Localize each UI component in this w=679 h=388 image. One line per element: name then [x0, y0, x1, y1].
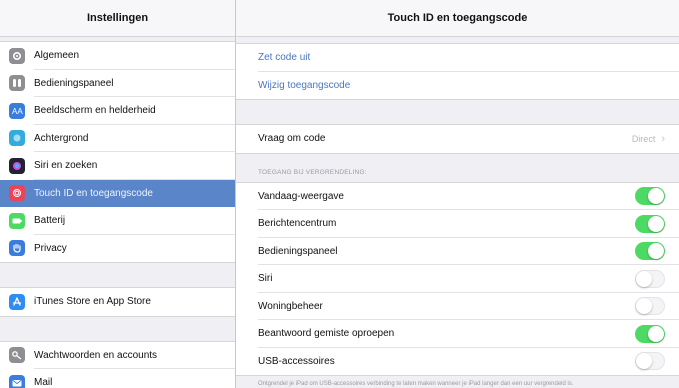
sidebar-item-achtergrond[interactable]: Achtergrond	[0, 125, 235, 153]
usb-footer-note: Ontgrendel je iPad om USB-accessoires ve…	[258, 381, 574, 387]
control-center-icon	[9, 75, 25, 92]
toggle-knob	[636, 270, 652, 287]
sidebar-item-wachtwoorden-en-accounts[interactable]: Wachtwoorden en accounts	[0, 342, 235, 370]
sidebar-item-label: Privacy	[34, 242, 67, 254]
require-passcode-value: Direct	[631, 133, 656, 144]
toggle-row-vandaag-weergave: Vandaag-weergave	[236, 183, 679, 211]
require-passcode-row[interactable]: Vraag om code Direct ›	[236, 125, 679, 153]
privacy-hand-icon	[9, 240, 25, 257]
toggle-label: Siri	[258, 273, 273, 285]
sidebar-group-main: Algemeen Bedieningspaneel AA Beeldscherm en…	[0, 41, 235, 263]
sidebar-item-label: Bedieningspaneel	[34, 77, 114, 89]
toggle-label: Berichtencentrum	[258, 218, 337, 230]
toggle-row-berichtencentrum: Berichtencentrum	[236, 210, 679, 238]
app-store-icon	[9, 293, 25, 310]
battery-icon	[9, 212, 25, 229]
detail-pane: Touch ID en toegangscode Zet code uit Wi…	[236, 0, 679, 388]
sidebar-group-accounts: Wachtwoorden en accounts Mail	[0, 340, 235, 388]
sidebar-item-label: Siri en zoeken	[34, 160, 98, 172]
toggle-label: USB-accessoires	[258, 355, 335, 367]
toggle-label: Vandaag-weergave	[258, 190, 344, 202]
sidebar-item-algemeen[interactable]: Algemeen	[0, 42, 235, 70]
sidebar-item-label: Algemeen	[34, 50, 80, 62]
sidebar-item-batterij[interactable]: Batterij	[0, 207, 235, 235]
sidebar-item-label: Beeldscherm en helderheid	[34, 105, 156, 117]
sidebar-item-mail[interactable]: Mail	[0, 369, 235, 388]
key-icon	[9, 347, 25, 364]
toggle-knob	[636, 298, 652, 315]
settings-sidebar: Instellingen Algemeen Bedieningspaneel AA B…	[0, 0, 236, 388]
sidebar-item-label: Batterij	[34, 215, 66, 227]
sidebar-item-bedieningspaneel[interactable]: Bedieningspaneel	[0, 70, 235, 98]
toggle-switch-beantwoord-gemiste-oproepen[interactable]	[635, 324, 665, 343]
sidebar-item-label: Achtergrond	[34, 132, 89, 144]
sidebar-item-siri-en-zoeken[interactable]: Siri en zoeken	[0, 152, 235, 180]
toggle-knob	[636, 353, 652, 370]
toggle-knob	[648, 188, 664, 205]
touch-id-icon	[9, 185, 25, 202]
siri-icon	[9, 157, 25, 174]
sidebar-item-touch-id-en-toegangscode[interactable]: Touch ID en toegangscode	[0, 179, 235, 207]
toggle-switch-berichtencentrum[interactable]	[635, 214, 665, 233]
change-passcode-button[interactable]: Wijzig toegangscode	[236, 72, 679, 100]
toggle-row-usb-accessoires: USB-accessoires	[236, 348, 679, 376]
display-icon: AA	[9, 102, 25, 119]
sidebar-item-label: Touch ID en toegangscode	[34, 187, 153, 199]
toggle-row-siri: Siri	[236, 265, 679, 293]
toggle-switch-bedieningspaneel[interactable]	[635, 242, 665, 261]
toggle-label: Beantwoord gemiste oproepen	[258, 328, 395, 340]
sidebar-item-label: iTunes Store en App Store	[34, 296, 151, 308]
sidebar-item-itunes-store-en-app-store[interactable]: iTunes Store en App Store	[0, 288, 235, 316]
sidebar-item-beeldscherm-en-helderheid[interactable]: AA Beeldscherm en helderheid	[0, 97, 235, 125]
gear-icon	[9, 47, 25, 64]
toggle-label: Woningbeheer	[258, 300, 323, 312]
page-title: Touch ID en toegangscode	[236, 0, 679, 37]
locked-access-group: Vandaag-weergave Berichtencentrum Bedienin…	[236, 181, 679, 376]
svg-text:AA: AA	[12, 107, 23, 116]
toggle-knob	[648, 325, 664, 342]
toggle-row-beantwoord-gemiste-oproepen: Beantwoord gemiste oproepen	[236, 320, 679, 348]
mail-icon	[9, 374, 25, 388]
toggle-switch-siri[interactable]	[635, 269, 665, 288]
toggle-knob	[648, 215, 664, 232]
turn-off-passcode-label: Zet code uit	[258, 52, 311, 64]
turn-off-passcode-button[interactable]: Zet code uit	[236, 44, 679, 72]
toggle-label: Bedieningspaneel	[258, 245, 338, 257]
sidebar-title: Instellingen	[0, 0, 235, 37]
toggle-switch-woningbeheer[interactable]	[635, 297, 665, 316]
locked-access-section-header: TOEGANG BIJ VERGRENDELING:	[258, 168, 367, 176]
toggle-row-woningbeheer: Woningbeheer	[236, 293, 679, 321]
require-passcode-group: Vraag om code Direct ›	[236, 124, 679, 154]
wallpaper-icon	[9, 130, 25, 147]
sidebar-item-label: Mail	[34, 377, 53, 388]
sidebar-group-store: iTunes Store en App Store	[0, 287, 235, 317]
toggle-switch-vandaag-weergave[interactable]	[635, 187, 665, 206]
toggle-row-bedieningspaneel: Bedieningspaneel	[236, 238, 679, 266]
sidebar-item-label: Wachtwoorden en accounts	[34, 349, 158, 361]
sidebar-item-privacy[interactable]: Privacy	[0, 235, 235, 263]
toggle-switch-usb-accessoires[interactable]	[635, 352, 665, 371]
toggle-knob	[648, 243, 664, 260]
require-passcode-label: Vraag om code	[258, 133, 326, 145]
chevron-right-icon: ›	[661, 132, 665, 145]
passcode-group: Zet code uit Wijzig toegangscode	[236, 43, 679, 100]
change-passcode-label: Wijzig toegangscode	[258, 79, 351, 91]
